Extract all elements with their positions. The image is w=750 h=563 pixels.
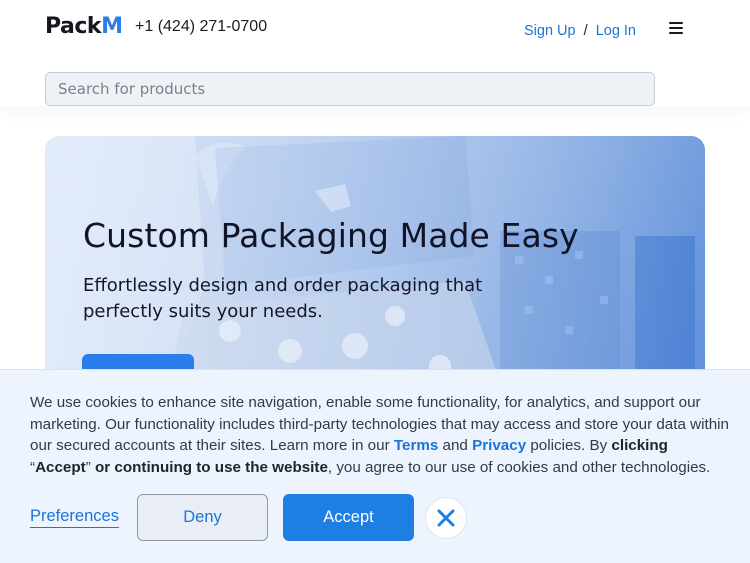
cookie-message: We use cookies to enhance site navigatio… bbox=[30, 394, 729, 477]
close-x-icon[interactable] bbox=[425, 497, 467, 539]
hero-title: Custom Packaging Made Easy bbox=[83, 216, 579, 255]
search-input[interactable] bbox=[45, 72, 655, 106]
site-header: PackM +1 (424) 271-0700 Sign Up / Log In bbox=[0, 0, 750, 106]
preferences-link[interactable]: Preferences bbox=[30, 507, 119, 528]
logo-text-main: Pack bbox=[45, 14, 102, 39]
hamburger-menu-icon[interactable] bbox=[664, 16, 688, 40]
deny-button[interactable]: Deny bbox=[137, 494, 268, 541]
log-in-link[interactable]: Log In bbox=[596, 23, 636, 39]
privacy-link[interactable]: Privacy bbox=[472, 437, 526, 454]
packm-logo[interactable]: PackM bbox=[45, 14, 123, 39]
cookie-consent-banner: We use cookies to enhance site navigatio… bbox=[0, 369, 750, 563]
hero-banner: Custom Packaging Made Easy Effortlessly … bbox=[45, 136, 705, 396]
terms-link[interactable]: Terms bbox=[394, 437, 438, 454]
sign-up-link[interactable]: Sign Up bbox=[524, 23, 576, 39]
accept-button[interactable]: Accept bbox=[283, 494, 414, 541]
auth-links: Sign Up / Log In bbox=[524, 23, 636, 39]
logo-text-accent: M bbox=[101, 14, 123, 39]
phone-number[interactable]: +1 (424) 271-0700 bbox=[135, 18, 267, 36]
hero-subtitle: Effortlessly design and order packaging … bbox=[83, 275, 483, 322]
auth-separator: / bbox=[583, 23, 588, 39]
